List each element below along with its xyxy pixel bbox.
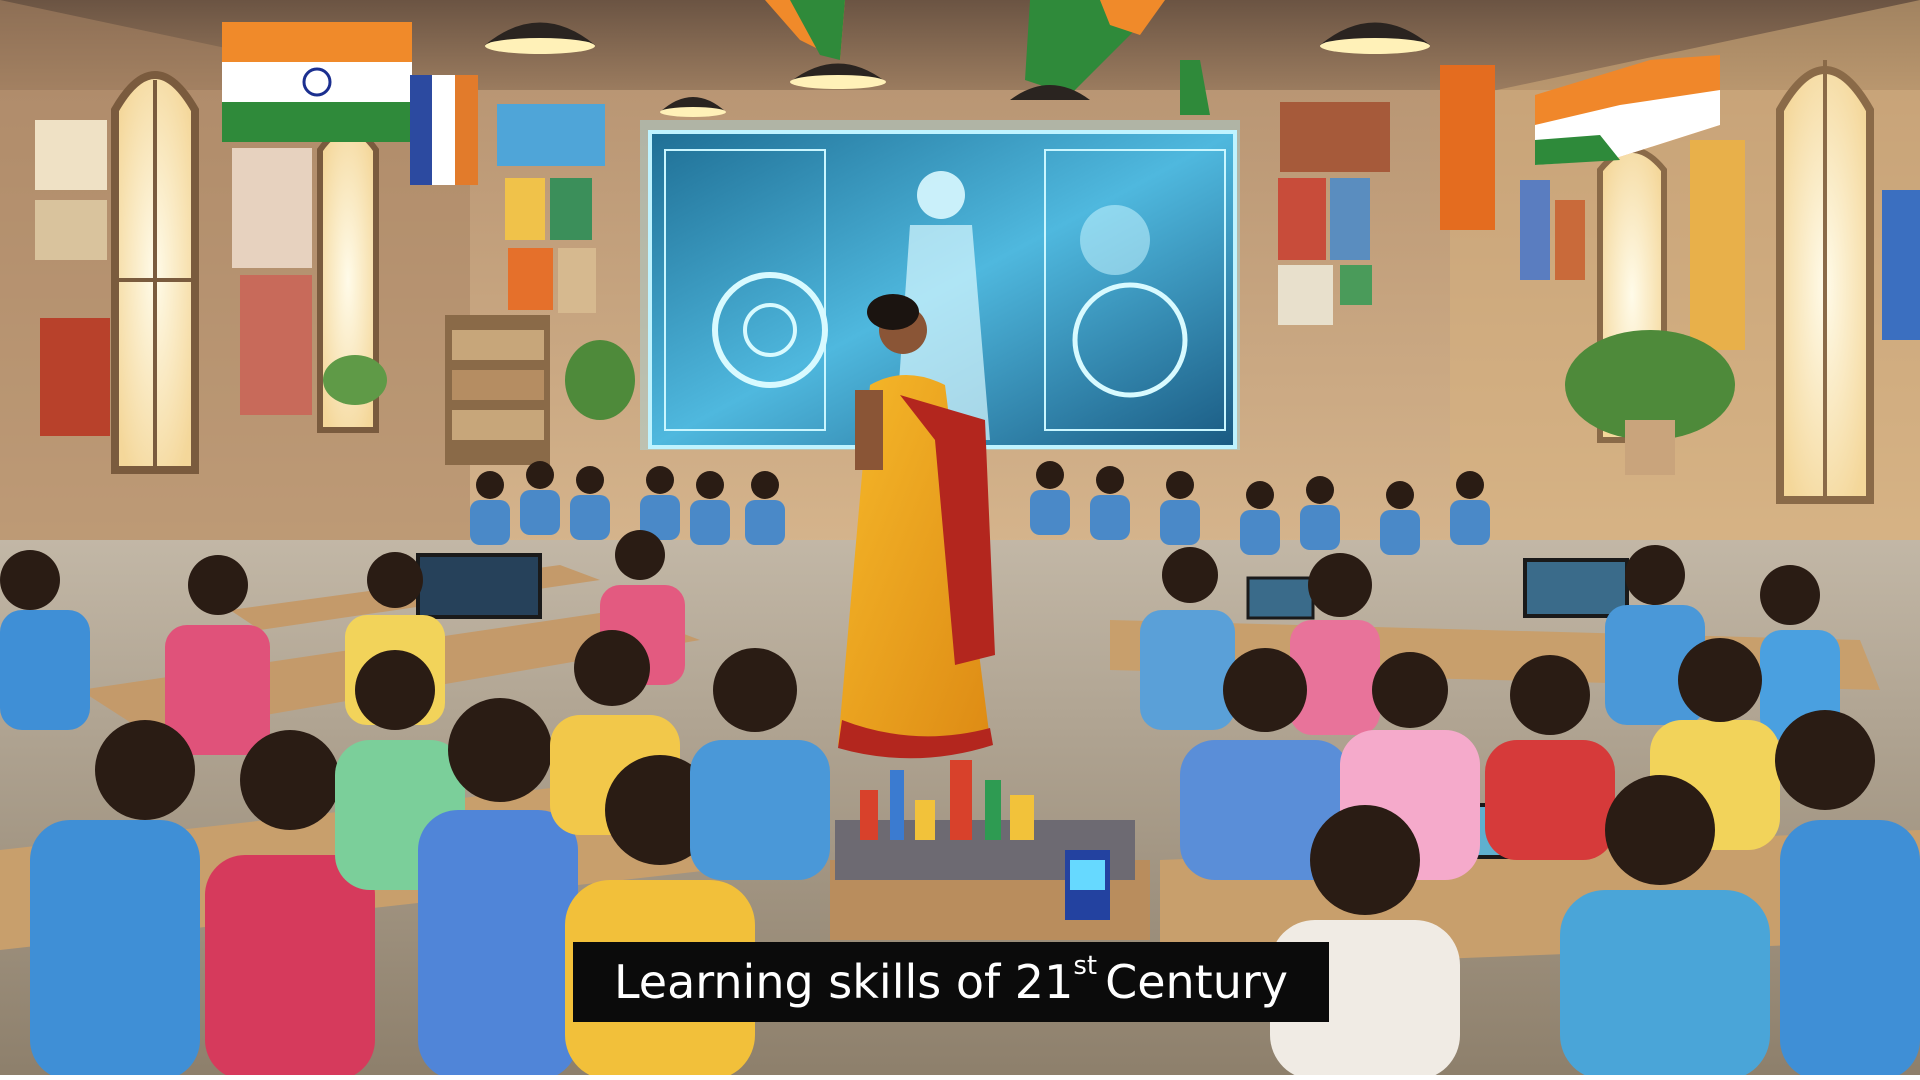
classroom-scene bbox=[0, 0, 1920, 1080]
caption-superscript: st bbox=[1073, 951, 1098, 981]
caption-prefix: Learning skills of 21 bbox=[613, 955, 1074, 1009]
caption-banner: Learning skills of 21st Century bbox=[573, 942, 1329, 1022]
caption-suffix: Century bbox=[1105, 955, 1288, 1009]
bookshelf bbox=[445, 315, 550, 465]
